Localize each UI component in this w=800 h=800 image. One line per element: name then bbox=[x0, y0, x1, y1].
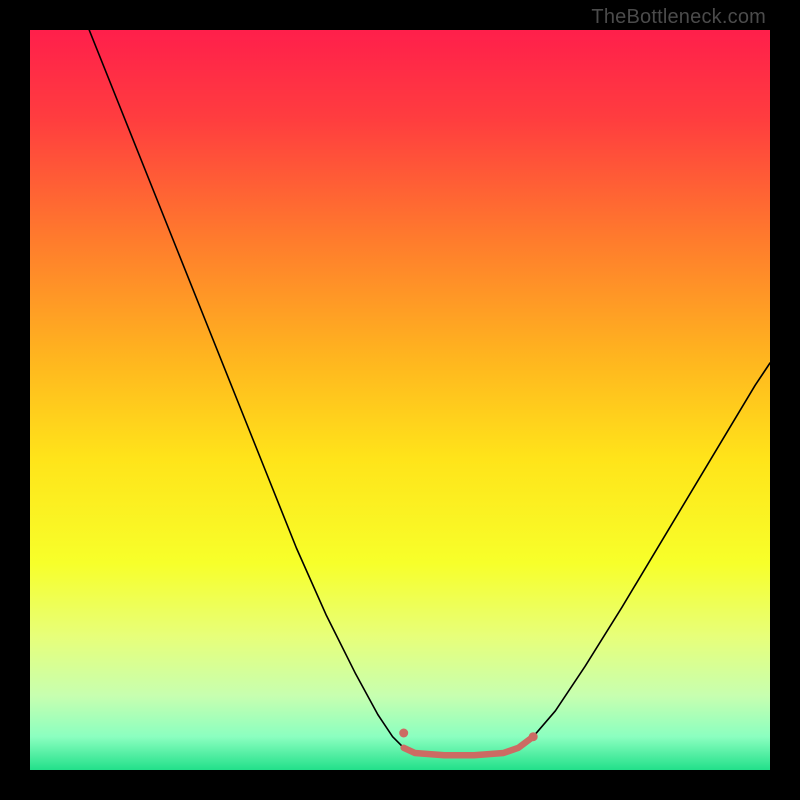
gradient-background bbox=[30, 30, 770, 770]
chart-svg bbox=[30, 30, 770, 770]
plot-area bbox=[30, 30, 770, 770]
watermark-text: TheBottleneck.com bbox=[591, 6, 766, 29]
optimal-end-dot bbox=[529, 732, 538, 741]
optimal-start-dot bbox=[399, 729, 408, 738]
chart-frame: TheBottleneck.com bbox=[0, 0, 800, 800]
